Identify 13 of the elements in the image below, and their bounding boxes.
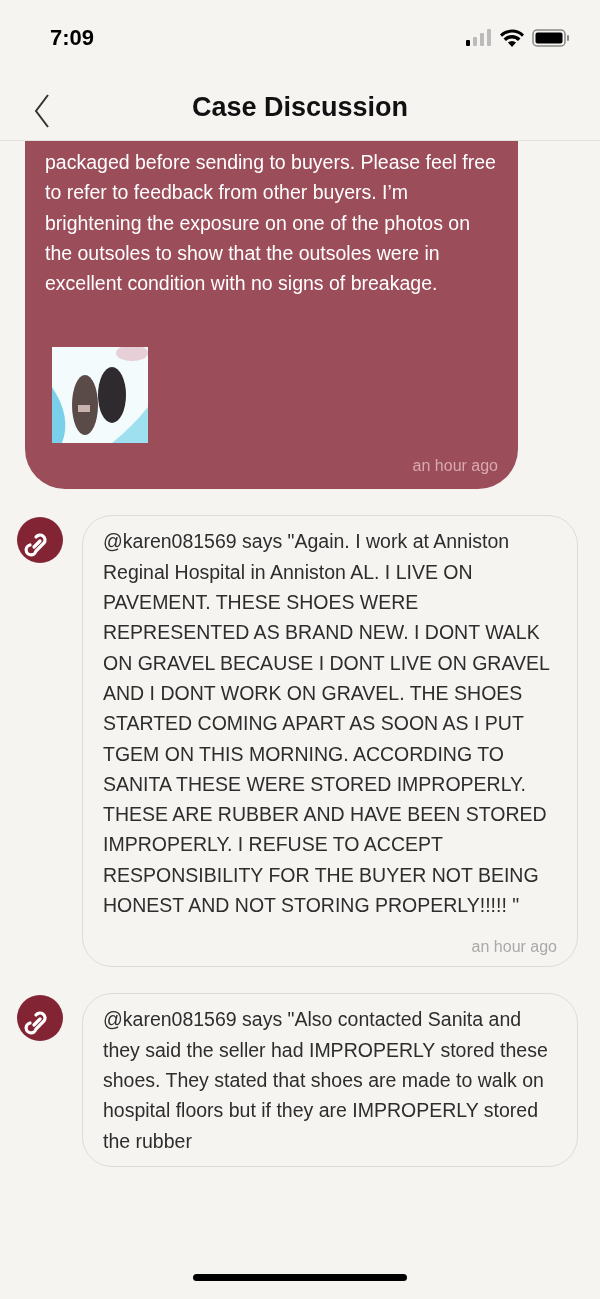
battery-icon xyxy=(532,28,570,47)
back-icon xyxy=(34,94,50,128)
message-time: an hour ago xyxy=(471,938,557,957)
screen-title: Case Discussion xyxy=(191,92,409,123)
message-text: @karen081569 says "Also contacted Sanita and they said the seller had IMPROPERLY stored these shoes. They stated that shoes are made to walk on hospital floors but if they are IMPROPERLY stored the rubber xyxy=(103,1007,549,1154)
status-time: 7:09 xyxy=(50,24,95,51)
message-text: packaged before sending to buyers. Please feel free to refer to feedback from other buyers. I’m brightening the exposure on one of the photos on the outsoles to show that the outsoles were in excellent condition with no signs of breakage. xyxy=(45,150,497,297)
avatar-icon xyxy=(17,995,63,1042)
avatar-icon xyxy=(17,517,63,564)
wifi-icon xyxy=(500,28,524,47)
message-text: @karen081569 says "Again. I work at Anniston Reginal Hospital in Anniston AL. I LIVE ON PAVEMENT. THESE SHOES WERE REPRESENTED AS BRAND NEW. I DONT WALK ON GRAVEL BECAUSE I DONT LIVE ON GRAVEL AND I DONT WORK ON GRAVEL. THE SHOES STARTED COMING APART AS SOON AS I PUT TGEM ON THIS MORNING. ACCORDING TO SANITA THESE WERE STORED IMPROPERLY. THESE ARE RUBBER AND HAVE BEEN STORED IMPROPERLY. I REFUSE TO ACCEPT RESPONSIBILITY FOR THE BUYER NOT BEING HONEST AND NOT STORING PROPERLY!!!!! " xyxy=(103,529,551,919)
signal-icon xyxy=(466,29,492,46)
message-time: an hour ago xyxy=(412,457,498,476)
